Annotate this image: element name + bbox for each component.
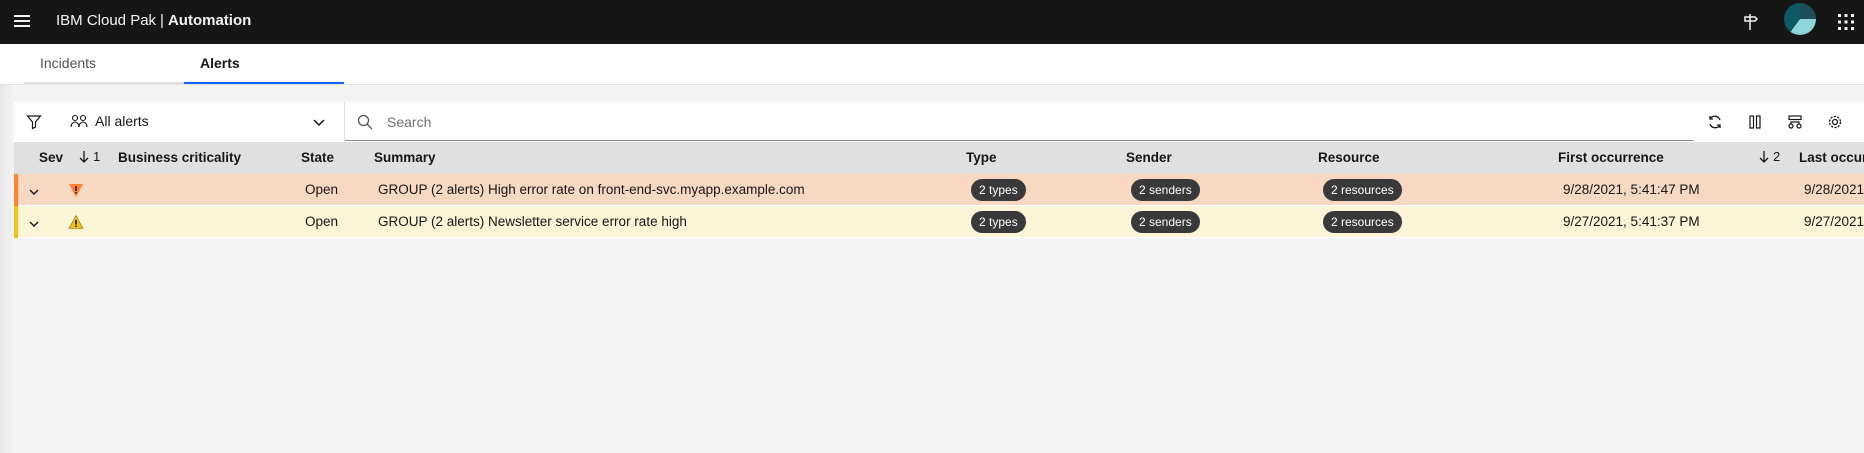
sort-order-2: 2 [1773,149,1781,164]
table-row[interactable]: Open GROUP (2 alerts) High error rate on… [14,174,1864,206]
people-icon [70,114,88,135]
arrow-down-icon [79,150,89,163]
cell-first-occurrence: 9/28/2021, 5:41:47 PM [1563,182,1700,197]
table-header: Sev 1 Business criticality State Summary… [14,142,1864,174]
column-header-last-occurrence[interactable]: Last occurrence [1799,150,1864,165]
chevron-down-icon[interactable] [28,217,40,235]
grouping-icon[interactable] [1775,102,1815,142]
view-dropdown-label: All alerts [95,113,149,129]
type-tag[interactable]: 2 types [971,179,1026,201]
resource-tag[interactable]: 2 resources [1323,211,1402,233]
severity-strip [14,206,18,238]
brand-product: Automation [167,12,252,29]
cell-first-occurrence: 9/27/2021, 5:41:37 PM [1563,214,1700,229]
sort-indicator-2[interactable]: 2 [1758,149,1780,164]
brand-prefix: IBM Cloud Pak [56,12,157,29]
refresh-icon[interactable] [1695,102,1735,142]
sender-tag[interactable]: 2 senders [1131,179,1200,201]
content-area: All alerts Sev 1 [0,85,1864,453]
column-header-sender[interactable]: Sender [1126,150,1172,165]
app-switcher-icon[interactable] [1833,9,1859,35]
warning-severity-icon [68,214,84,235]
top-header: IBM Cloud Pak | Automation [0,0,1864,44]
cell-state: Open [305,182,339,197]
sort-indicator-1[interactable]: 1 [78,149,100,164]
filter-icon[interactable] [14,102,54,142]
column-header-resource[interactable]: Resource [1318,150,1380,165]
tab-incidents[interactable]: Incidents [24,44,184,84]
column-header-state[interactable]: State [301,150,334,165]
arrow-down-icon [1759,150,1769,163]
sort-order-1: 1 [93,149,101,164]
table-row[interactable]: Open GROUP (2 alerts) Newsletter service… [14,206,1864,238]
settings-icon[interactable] [1815,102,1855,142]
brand-title: IBM Cloud Pak | Automation [56,12,251,29]
chevron-down-icon[interactable] [28,185,40,203]
brand-separator: | [160,12,164,29]
major-severity-icon [68,182,84,203]
guide-icon[interactable] [1737,9,1763,35]
resource-tag[interactable]: 2 resources [1323,179,1402,201]
search-input[interactable] [385,110,1669,134]
severity-strip [14,174,18,206]
search-icon [357,114,373,135]
column-header-first-occurrence[interactable]: First occurrence [1558,150,1664,165]
cell-summary[interactable]: GROUP (2 alerts) High error rate on fron… [378,182,805,197]
type-tag[interactable]: 2 types [971,211,1026,233]
tabs-bar: Incidents Alerts [0,44,1864,85]
table-toolbar: All alerts [14,102,1864,142]
search-box [345,102,1694,141]
view-dropdown[interactable]: All alerts [56,102,345,142]
column-header-business-criticality[interactable]: Business criticality [118,150,241,165]
avatar[interactable] [1784,3,1816,35]
cell-last-occurrence: 9/27/2021, 5:41:37 PM [1804,214,1864,229]
sender-tag[interactable]: 2 senders [1131,211,1200,233]
chevron-down-icon [312,115,326,134]
menu-icon[interactable] [12,11,34,33]
cell-state: Open [305,214,339,229]
column-header-type[interactable]: Type [966,150,997,165]
cell-last-occurrence: 9/28/2021, 5:41:47 PM [1804,182,1864,197]
column-icon[interactable] [1735,102,1775,142]
column-header-summary[interactable]: Summary [374,150,436,165]
tab-alerts[interactable]: Alerts [184,44,344,84]
cell-summary[interactable]: GROUP (2 alerts) Newsletter service erro… [378,214,687,229]
column-header-sev[interactable]: Sev [39,150,63,165]
